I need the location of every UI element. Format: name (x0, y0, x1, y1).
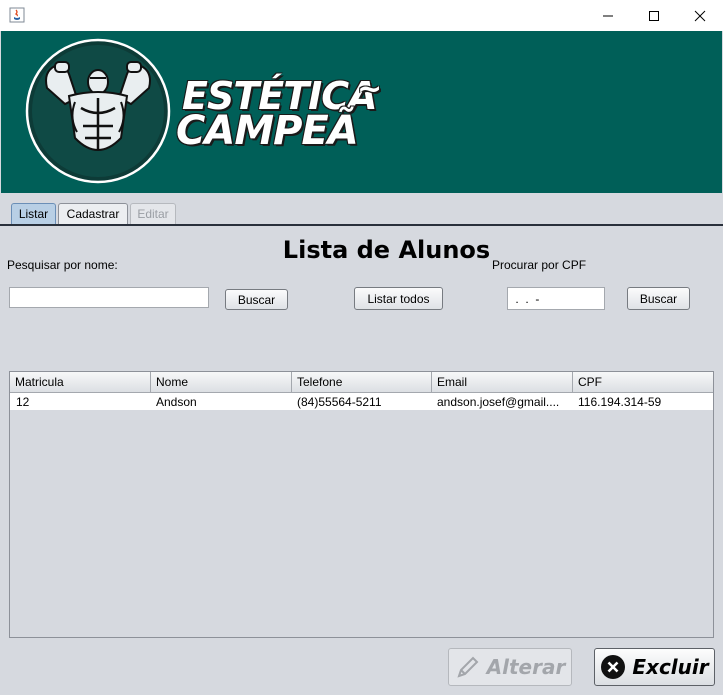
brand-name-line2: CAMPEÃ (176, 108, 359, 154)
cell-email: andson.josef@gmail.... (437, 395, 560, 409)
close-circle-icon (601, 655, 626, 679)
column-header-email[interactable]: Email (432, 372, 573, 393)
cell-cpf: 116.194.314-59 (578, 395, 662, 409)
alterar-label: Alterar (486, 655, 566, 679)
cpf-label: Procurar por CPF (492, 258, 587, 272)
buscar-name-button[interactable]: Buscar (225, 289, 288, 310)
maximize-button[interactable] (631, 0, 677, 31)
java-app-icon (9, 7, 25, 23)
search-name-input[interactable] (9, 287, 209, 308)
maximize-icon (649, 10, 659, 21)
column-header-nome[interactable]: Nome (151, 372, 292, 393)
column-header-telefone[interactable]: Telefone (292, 372, 432, 393)
cpf-input[interactable] (507, 287, 605, 310)
cell-matricula: 12 (16, 395, 30, 409)
excluir-button[interactable]: Excluir (594, 648, 715, 686)
window-title-bar (0, 0, 723, 31)
close-window-button[interactable] (677, 0, 723, 31)
listar-todos-button[interactable]: Listar todos (354, 287, 443, 310)
brand-tilde: ~ (357, 72, 382, 107)
excluir-label: Excluir (632, 655, 709, 679)
students-table[interactable]: Matricula Nome Telefone Email CPF 12 And… (9, 371, 714, 638)
buscar-cpf-button[interactable]: Buscar (627, 287, 690, 310)
cell-nome: Andson (156, 395, 197, 409)
tab-divider (0, 224, 723, 226)
tab-listar[interactable]: Listar (11, 203, 56, 224)
pencil-icon (457, 656, 479, 678)
minimize-icon (603, 15, 613, 16)
column-header-cpf[interactable]: CPF (573, 372, 713, 393)
cell-telefone: (84)55564-5211 (297, 395, 382, 409)
tab-cadastrar[interactable]: Cadastrar (58, 203, 128, 224)
minimize-button[interactable] (585, 0, 631, 31)
search-name-label: Pesquisar por nome: (7, 258, 118, 272)
alterar-button: Alterar (448, 648, 572, 686)
table-row[interactable]: 12 Andson (84)55564-5211 andson.josef@gm… (10, 393, 713, 410)
close-icon (694, 10, 706, 21)
bodybuilder-logo-icon (25, 38, 171, 184)
tab-editar: Editar (130, 203, 176, 224)
column-header-matricula[interactable]: Matricula (10, 372, 151, 393)
